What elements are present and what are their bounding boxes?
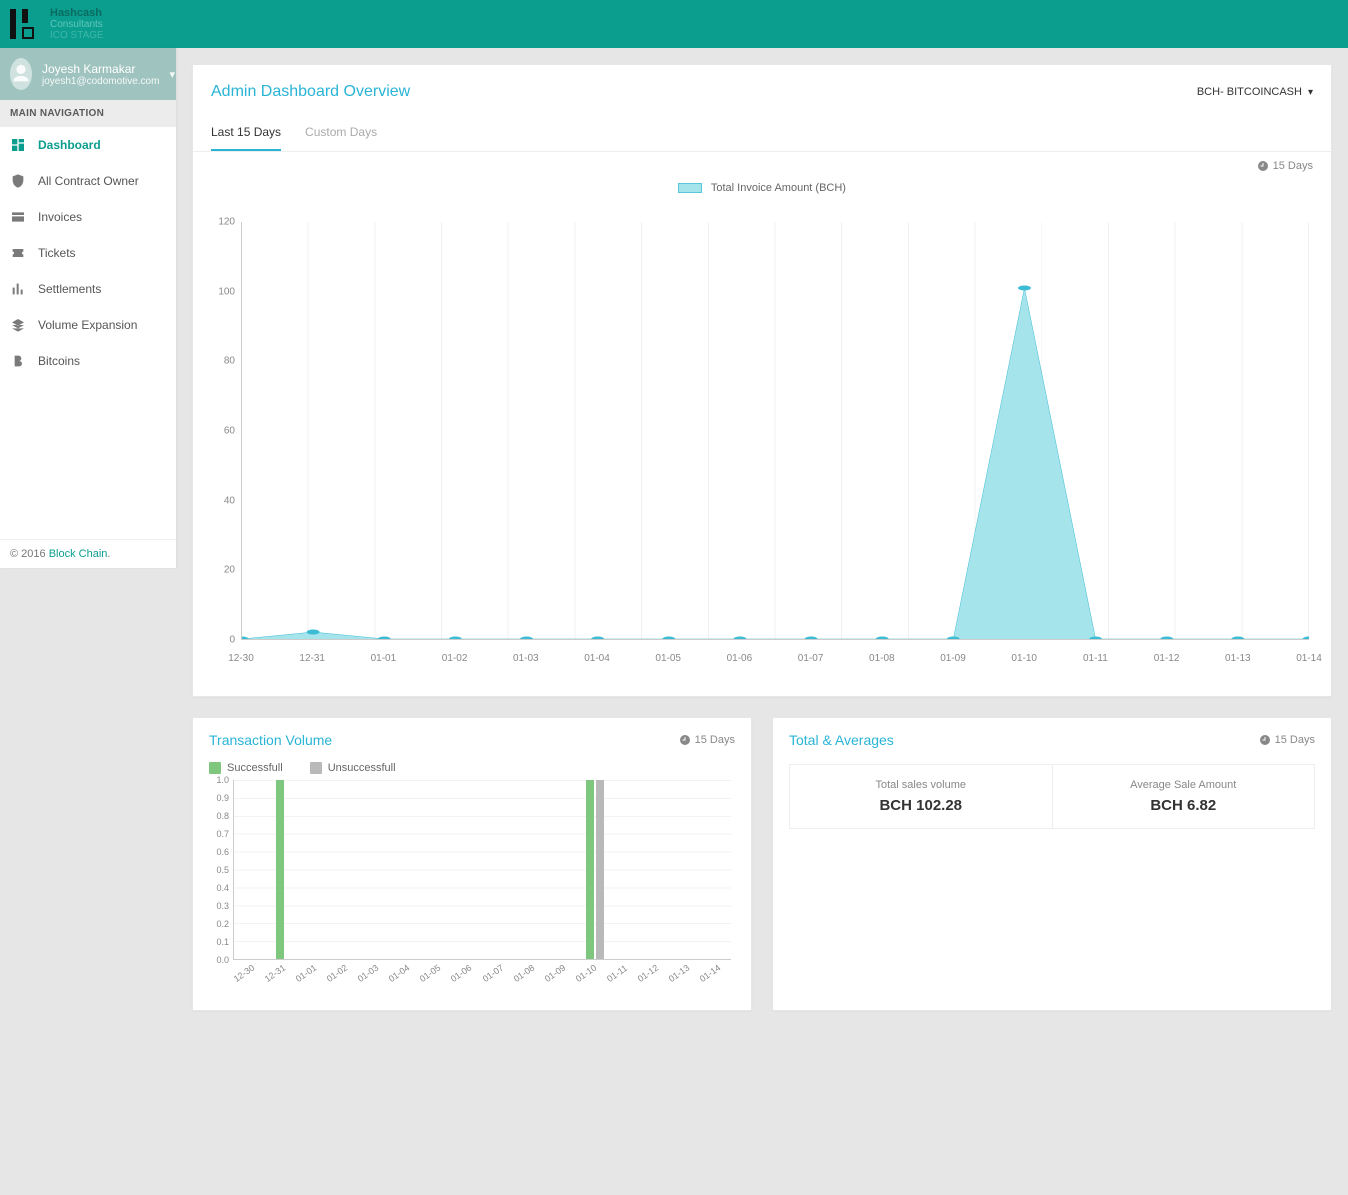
tx-title: Transaction Volume xyxy=(209,732,332,748)
chart1-legend-label: Total Invoice Amount (BCH) xyxy=(711,182,846,194)
shield-icon xyxy=(10,173,26,189)
chart2-legend: Successfull Unsuccessfull xyxy=(193,748,751,780)
topbar: Hashcash Consultants ICO STAGE xyxy=(0,0,1348,48)
panel-transaction-volume: Transaction Volume 15 Days Successfull U… xyxy=(192,717,752,1011)
clock-icon xyxy=(1259,734,1271,746)
sidebar: Joyesh Karmakar joyesh1@codomotive.com ▾… xyxy=(0,48,176,568)
chart2-xaxis: 12-3012-3101-0101-0201-0301-0401-0501-06… xyxy=(233,962,731,990)
tx-badge-text: 15 Days xyxy=(695,734,735,746)
ticket-icon xyxy=(10,245,26,261)
layers-icon xyxy=(10,317,26,333)
sidebar-item-label: Invoices xyxy=(38,210,82,224)
user-name: Joyesh Karmakar xyxy=(42,62,159,76)
sidebar-item-label: Volume Expansion xyxy=(38,318,137,332)
chart1-xaxis: 12-3012-3101-0101-0201-0301-0401-0501-06… xyxy=(241,644,1309,664)
legend-unsuccess-label: Unsuccessfull xyxy=(328,762,396,774)
dashboard-icon xyxy=(10,137,26,153)
legend-swatch-icon xyxy=(678,183,702,193)
chart1-legend: Total Invoice Amount (BCH) xyxy=(211,182,1313,194)
brand-line3: ICO STAGE xyxy=(50,30,104,41)
sidebar-item-invoices[interactable]: Invoices xyxy=(0,199,176,235)
totals-cell-sales-volume: Total sales volume BCH 102.28 xyxy=(790,765,1052,828)
legend-swatch-success-icon xyxy=(209,762,221,774)
chart-invoice-amount: Total Invoice Amount (BCH) 0204060801001… xyxy=(193,172,1331,696)
card-icon xyxy=(10,209,26,225)
brand-logo[interactable]: Hashcash Consultants ICO STAGE xyxy=(8,0,104,48)
nav-header: MAIN NAVIGATION xyxy=(0,100,176,127)
panel-overview: Admin Dashboard Overview BCH- BITCOINCAS… xyxy=(192,64,1332,697)
crypto-select[interactable]: BCH- BITCOINCASH ▾ xyxy=(1197,86,1313,98)
tab-last-15-days[interactable]: Last 15 Days xyxy=(211,125,281,151)
chart1-plot xyxy=(241,222,1309,640)
sidebar-item-dashboard[interactable]: Dashboard xyxy=(0,127,176,163)
sidebar-item-label: Tickets xyxy=(38,246,76,260)
totals-value: BCH 6.82 xyxy=(1061,797,1307,814)
user-email: joyesh1@codomotive.com xyxy=(42,76,159,87)
user-meta: Joyesh Karmakar joyesh1@codomotive.com xyxy=(42,62,159,87)
footer-prefix: © 2016 xyxy=(10,548,49,560)
crypto-select-label: BCH- BITCOINCASH xyxy=(1197,86,1302,98)
sidebar-item-tickets[interactable]: Tickets xyxy=(0,235,176,271)
legend-swatch-unsuccess-icon xyxy=(310,762,322,774)
sidebar-footer: © 2016 Block Chain. xyxy=(0,539,176,568)
sidebar-item-volume-expansion[interactable]: Volume Expansion xyxy=(0,307,176,343)
sidebar-item-label: Bitcoins xyxy=(38,354,80,368)
chart1-yaxis: 020406080100120 xyxy=(211,222,239,640)
user-block[interactable]: Joyesh Karmakar joyesh1@codomotive.com ▾ xyxy=(0,48,176,100)
panel-totals: Total & Averages 15 Days Total sales vol… xyxy=(772,717,1332,1011)
content: Admin Dashboard Overview BCH- BITCOINCAS… xyxy=(176,48,1348,1047)
chart2-plot xyxy=(233,780,731,960)
user-icon xyxy=(10,63,32,85)
clock-icon xyxy=(679,734,691,746)
chevron-down-icon[interactable]: ▾ xyxy=(169,68,175,81)
chart1-series xyxy=(242,222,1309,639)
totals-value: BCH 102.28 xyxy=(798,797,1044,814)
brand-mark-icon xyxy=(8,7,42,41)
totals-label: Average Sale Amount xyxy=(1061,779,1307,791)
bitcoin-icon xyxy=(10,353,26,369)
totals-grid: Total sales volume BCH 102.28 Average Sa… xyxy=(789,764,1315,829)
tabs: Last 15 Days Custom Days xyxy=(193,101,1331,152)
chart-transaction-volume: 0.00.10.20.30.40.50.60.70.80.91.0 12-301… xyxy=(209,780,735,990)
totals-cell-avg-sale: Average Sale Amount BCH 6.82 xyxy=(1052,765,1315,828)
brand-text: Hashcash Consultants ICO STAGE xyxy=(50,7,104,41)
sidebar-item-label: All Contract Owner xyxy=(38,174,139,188)
brand-line1: Hashcash xyxy=(50,7,104,19)
brand-line2: Consultants xyxy=(50,19,104,30)
totals-badge: 15 Days xyxy=(1259,734,1315,746)
bar-chart-icon xyxy=(10,281,26,297)
overview-badge: 15 Days xyxy=(193,152,1331,172)
sidebar-item-bitcoins[interactable]: Bitcoins xyxy=(0,343,176,379)
sidebar-item-contract-owner[interactable]: All Contract Owner xyxy=(0,163,176,199)
legend-success-label: Successfull xyxy=(227,762,283,774)
sidebar-item-settlements[interactable]: Settlements xyxy=(0,271,176,307)
footer-link[interactable]: Block Chain xyxy=(49,548,108,560)
totals-badge-text: 15 Days xyxy=(1275,734,1315,746)
totals-label: Total sales volume xyxy=(798,779,1044,791)
avatar xyxy=(10,58,32,90)
tx-badge: 15 Days xyxy=(679,734,735,746)
chart2-yaxis: 0.00.10.20.30.40.50.60.70.80.91.0 xyxy=(209,780,231,960)
page-title: Admin Dashboard Overview xyxy=(211,83,410,101)
caret-down-icon: ▾ xyxy=(1308,87,1313,98)
footer-suffix: . xyxy=(107,548,110,560)
totals-title: Total & Averages xyxy=(789,732,894,748)
sidebar-item-label: Dashboard xyxy=(38,138,101,152)
overview-badge-text: 15 Days xyxy=(1273,160,1313,172)
tab-custom-days[interactable]: Custom Days xyxy=(305,125,377,151)
clock-icon xyxy=(1257,160,1269,172)
sidebar-item-label: Settlements xyxy=(38,282,101,296)
